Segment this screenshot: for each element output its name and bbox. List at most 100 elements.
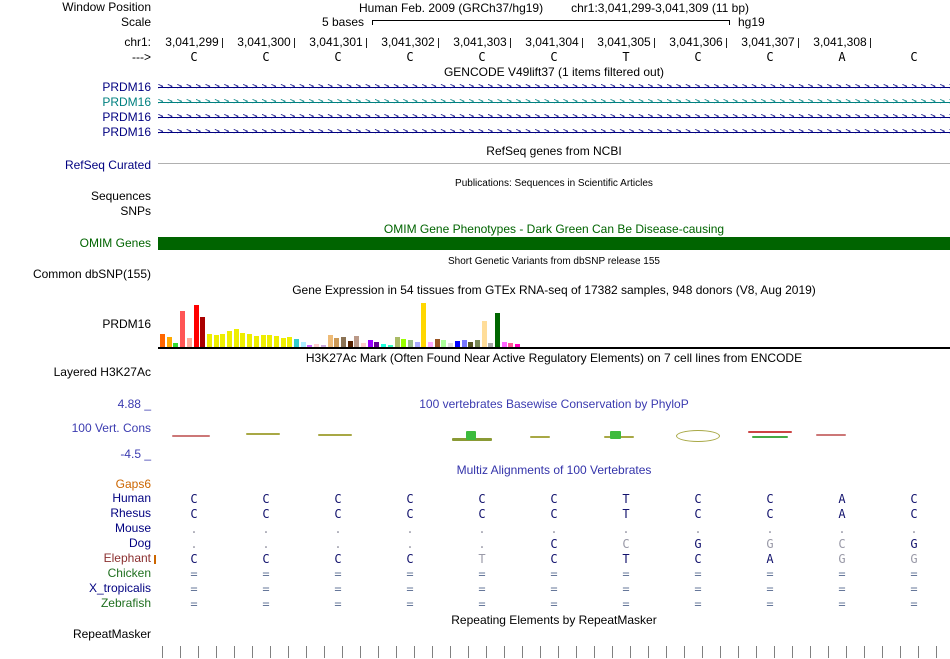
track-label-sequences[interactable]: Sequences	[0, 190, 151, 203]
chrom-label: chr1:	[124, 35, 151, 49]
alignment-row[interactable]: = = = = = = = = = = =	[158, 567, 950, 582]
alignment-base: =	[334, 582, 342, 596]
ruler-tick-bottom	[558, 646, 559, 658]
alignment-base: C	[910, 492, 918, 506]
alignment-base: C	[262, 552, 270, 566]
alignment-base: .	[262, 522, 270, 536]
ruler-tick-bottom	[432, 646, 433, 658]
alignment-base: =	[262, 567, 270, 581]
alignment-base: =	[694, 582, 702, 596]
alignment-base: =	[334, 597, 342, 611]
alignment-base: =	[478, 582, 486, 596]
alignment-base: C	[838, 537, 846, 551]
alignment-row[interactable]: ..... C C G G C G	[158, 537, 950, 552]
ruler-tick-bottom	[378, 646, 379, 658]
species-label-dog[interactable]: Dog	[0, 537, 151, 550]
track-label-phylop[interactable]: 100 Vert. Cons	[0, 422, 151, 435]
alignment-base: =	[190, 567, 198, 581]
track-label-omim[interactable]: OMIM Genes	[0, 237, 151, 250]
alignment-row[interactable]: CCCCCCTCCAC	[158, 507, 950, 522]
alignment-base: C	[190, 552, 198, 566]
track-label-dbsnp[interactable]: Common dbSNP(155)	[0, 268, 151, 281]
transcript-label[interactable]: PRDM16	[0, 111, 151, 124]
alignment-base: =	[478, 567, 486, 581]
alignment-base: .	[550, 522, 558, 536]
alignment-base: C	[694, 492, 702, 506]
ruler-tick-bottom	[612, 646, 613, 658]
alignment-row[interactable]: = = = = = = = = = = =	[158, 597, 950, 612]
alignment-base: =	[550, 567, 558, 581]
alignment-base: C	[190, 492, 198, 506]
track-label-snps[interactable]: SNPs	[0, 205, 151, 218]
multiz-rows: CCCCCCTCCACCCCCCCTCCAC................CC…	[154, 0, 950, 659]
species-label-rhesus[interactable]: Rhesus	[0, 507, 151, 520]
alignment-base: C	[478, 507, 486, 521]
ruler-tick-bottom	[522, 646, 523, 658]
alignment-base: A	[838, 492, 846, 506]
ruler-tick-bottom	[792, 646, 793, 658]
track-label-repeatmasker[interactable]: RepeatMasker	[0, 628, 151, 641]
ruler-tick-bottom	[810, 646, 811, 658]
alignment-base: =	[262, 582, 270, 596]
alignment-base: C	[550, 537, 558, 551]
ruler-tick-bottom	[216, 646, 217, 658]
alignment-base: G	[694, 537, 702, 551]
alignment-base: G	[910, 552, 918, 566]
alignment-base: =	[910, 597, 918, 611]
alignment-row[interactable]: = = = = = = = = = = =	[158, 582, 950, 597]
alignment-base: .	[406, 537, 414, 551]
alignment-base: .	[838, 522, 846, 536]
track-label-h3k27ac[interactable]: Layered H3K27Ac	[0, 366, 151, 379]
alignment-row[interactable]: CCCCCCTCCAC	[158, 492, 950, 507]
alignment-base: =	[190, 597, 198, 611]
ruler-tick-bottom	[162, 646, 163, 658]
alignment-base: =	[838, 567, 846, 581]
species-label-elephant[interactable]: Elephant	[0, 552, 151, 565]
alignment-base: =	[766, 567, 774, 581]
alignment-base: .	[478, 537, 486, 551]
multiz-gaps-label[interactable]: Gaps6	[0, 478, 151, 491]
alignment-base: C	[406, 492, 414, 506]
transcript-label[interactable]: PRDM16	[0, 126, 151, 139]
alignment-base: .	[910, 522, 918, 536]
alignment-base: A	[838, 507, 846, 521]
transcript-label[interactable]: PRDM16	[0, 96, 151, 109]
alignment-base: C	[190, 507, 198, 521]
alignment-base: T	[622, 492, 630, 506]
species-label-chicken[interactable]: Chicken	[0, 567, 151, 580]
alignment-base: .	[622, 522, 630, 536]
ruler-tick-bottom	[360, 646, 361, 658]
alignment-base: =	[190, 582, 198, 596]
species-label-x_tropicalis[interactable]: X_tropicalis	[0, 582, 151, 595]
alignment-base: .	[334, 522, 342, 536]
alignment-base: C	[766, 492, 774, 506]
genome-browser: Window Position Scale chr1: ---> PRDM16 P…	[0, 0, 950, 659]
species-label-mouse[interactable]: Mouse	[0, 522, 151, 535]
alignment-base: =	[838, 597, 846, 611]
alignment-base: =	[262, 597, 270, 611]
ruler-tick-bottom	[252, 646, 253, 658]
track-label-refseq[interactable]: RefSeq Curated	[0, 159, 151, 172]
ruler-tick-bottom	[576, 646, 577, 658]
alignment-base: =	[694, 597, 702, 611]
phylop-max-label: 4.88 _	[117, 397, 151, 411]
species-label-human[interactable]: Human	[0, 492, 151, 505]
alignment-base: C	[550, 492, 558, 506]
alignment-row[interactable]: ...........	[158, 522, 950, 537]
alignment-base: =	[910, 567, 918, 581]
ruler-tick-bottom	[540, 646, 541, 658]
track-label-gtex[interactable]: PRDM16	[0, 318, 151, 331]
ruler-tick-bottom	[468, 646, 469, 658]
species-label-zebrafish[interactable]: Zebrafish	[0, 597, 151, 610]
alignment-base: C	[334, 507, 342, 521]
alignment-base: =	[406, 597, 414, 611]
alignment-base: =	[478, 597, 486, 611]
strand-label: --->	[132, 50, 151, 64]
alignment-base: =	[550, 582, 558, 596]
alignment-base: C	[406, 552, 414, 566]
ruler-tick-bottom	[666, 646, 667, 658]
alignment-base: T	[622, 552, 630, 566]
alignment-row[interactable]: CCCCTCTCAGG	[154, 552, 950, 567]
alignment-base: .	[766, 522, 774, 536]
transcript-label[interactable]: PRDM16	[0, 81, 151, 94]
